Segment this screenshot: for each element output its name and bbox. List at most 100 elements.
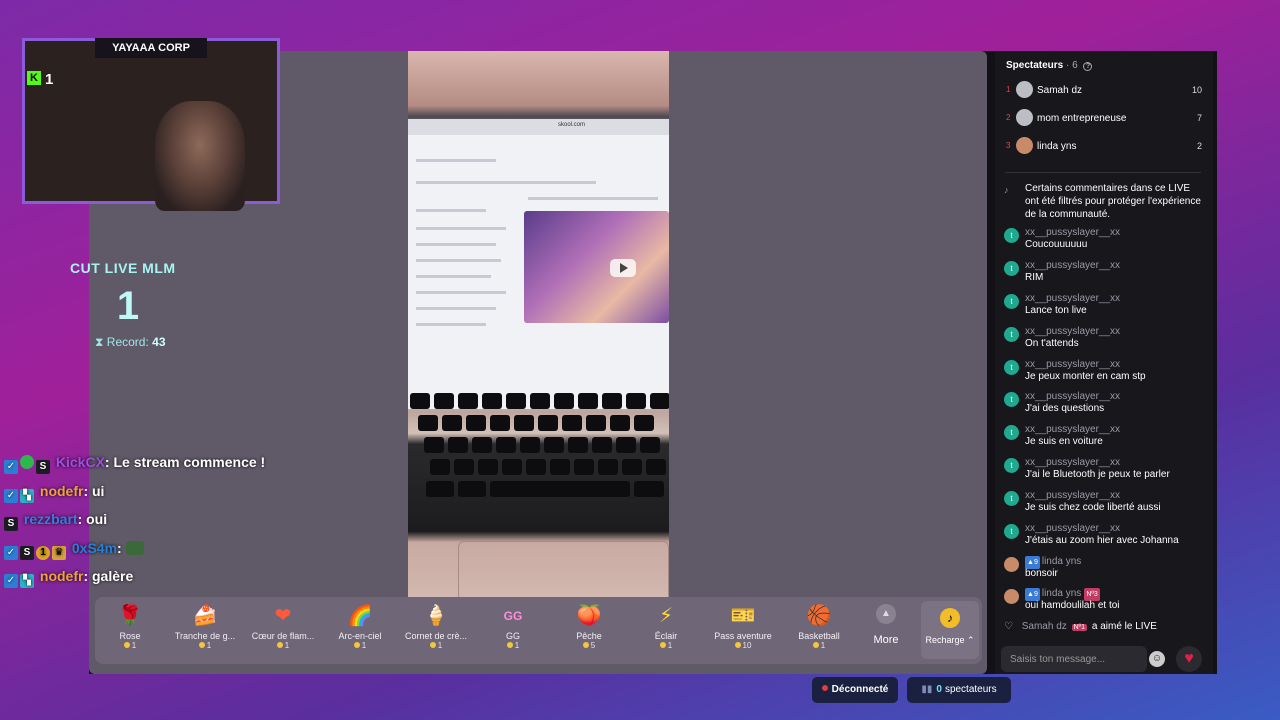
- heart-icon[interactable]: ♥: [1176, 646, 1202, 672]
- info-icon[interactable]: ?: [1083, 62, 1093, 71]
- webcam-title: YAYAAA CORP: [95, 38, 207, 58]
- chat-text: :: [117, 540, 122, 556]
- play-icon[interactable]: [610, 259, 636, 277]
- coin-icon: ♪: [940, 608, 960, 628]
- overlay-chat-line: ✓ S KickCX: Le stream commence !: [4, 454, 265, 474]
- like-text: a aimé le LIVE: [1091, 621, 1157, 632]
- gift-rose[interactable]: 🌹 Rose 1: [92, 603, 168, 650]
- ice-cream-icon: 🍦: [423, 605, 449, 627]
- sub-badge-icon: S: [4, 517, 18, 531]
- gift-name: Éclair: [654, 631, 678, 641]
- chat-username: KickCX: [55, 454, 105, 470]
- sub-badge-icon: S: [36, 460, 50, 474]
- chat-text: J'ai le Bluetooth je peux te parler: [1025, 469, 1170, 480]
- emoji-icon[interactable]: ☺: [1149, 651, 1165, 667]
- overlay-chat-line: S rezzbart: oui: [4, 511, 107, 531]
- gift-lightning[interactable]: ⚡ Éclair 1: [628, 603, 704, 650]
- overlay-chat-line: ✓ ▚ nodefr: galère: [4, 568, 133, 588]
- basketball-icon: 🏀: [806, 605, 832, 627]
- like-notification: ♡ Samah dz Nº1 a aimé le LIVE: [1004, 621, 1157, 632]
- recharge-button[interactable]: ♪ Recharge ⌃: [921, 601, 979, 659]
- kick-badge: K1: [27, 71, 53, 88]
- spectator-score: 10: [1191, 85, 1202, 95]
- gift-peach[interactable]: 🍑 Pêche 5: [551, 603, 627, 650]
- gift-rainbow[interactable]: 🌈 Arc-en-ciel 1: [322, 603, 398, 650]
- message-input[interactable]: [1001, 646, 1147, 672]
- crown-icon: ♛: [52, 546, 66, 560]
- gift-heart[interactable]: ❤ Cœur de flam... 1: [245, 603, 321, 650]
- record-label: Record:: [106, 335, 149, 349]
- browser-bar: [408, 119, 669, 135]
- spectator-row[interactable]: 3 linda yns 2: [1006, 137, 1202, 155]
- spectators-count: · 6: [1066, 60, 1078, 71]
- overlay-chat-line: ✓ ▚ nodefr: ui: [4, 483, 104, 503]
- spectator-rank: 1: [1006, 85, 1011, 94]
- more-label: More: [873, 634, 899, 646]
- gift-name: Cornet de crè...: [404, 631, 468, 641]
- avatar: t: [1004, 261, 1019, 276]
- chat-username: 0xS4m: [71, 540, 118, 556]
- panel-divider: [1005, 172, 1201, 173]
- gift-price: 1: [245, 641, 321, 650]
- gift-price: 1: [92, 641, 168, 650]
- gift-basketball[interactable]: 🏀 Basketball 1: [781, 603, 857, 650]
- avatar: [1016, 137, 1033, 154]
- stream-video[interactable]: skool.com: [408, 51, 669, 597]
- laptop-trackpad: [458, 541, 669, 597]
- viewers-count: 0: [936, 684, 942, 695]
- gift-cake[interactable]: 🍰 Tranche de g... 1: [167, 603, 243, 650]
- status-dot-icon: [821, 685, 828, 691]
- chat-text: Lance ton live: [1025, 305, 1087, 316]
- browser-url: skool.com: [558, 122, 586, 128]
- avatar: t: [1004, 524, 1019, 539]
- cake-icon: 🍰: [192, 605, 218, 627]
- founder-badge-icon: ▚: [20, 489, 34, 503]
- gift-price: 1: [628, 641, 704, 650]
- streamer-video: [155, 101, 245, 211]
- avatar: t: [1004, 360, 1019, 375]
- recharge-label: Recharge ⌃: [925, 635, 975, 645]
- liker-username[interactable]: Samah dz: [1022, 621, 1067, 632]
- lightning-icon: ⚡: [658, 605, 674, 627]
- chat-username: linda yns: [1041, 556, 1082, 567]
- connection-label: Déconnecté: [831, 684, 889, 695]
- video-thumbnail[interactable]: [524, 211, 669, 323]
- chat-username: nodefr: [39, 483, 84, 499]
- chat-text: : galère: [83, 568, 134, 584]
- spectator-name: mom entrepreneuse: [1037, 113, 1127, 124]
- chat-text: : oui: [77, 511, 108, 527]
- spectator-name: linda yns: [1037, 141, 1077, 152]
- avatar: t: [1004, 327, 1019, 342]
- spectator-row[interactable]: 1 Samah dz 10: [1006, 81, 1202, 99]
- spectators-title: Spectateurs: [1006, 60, 1064, 71]
- verified-icon: ✓: [4, 489, 18, 503]
- emote-icon: [125, 541, 144, 555]
- chevron-up-icon: ▲: [876, 604, 896, 624]
- chat-text: Je peux monter en cam stp: [1025, 371, 1146, 382]
- spectator-name: Samah dz: [1037, 85, 1083, 96]
- gift-ice-cream[interactable]: 🍦 Cornet de crè... 1: [398, 603, 474, 650]
- avatar: t: [1004, 228, 1019, 243]
- gift-adventure-pass[interactable]: 🎫 Pass aventure 10: [705, 603, 781, 650]
- founder-badge-icon: ▚: [20, 574, 34, 588]
- chat-username: nodefr: [39, 568, 84, 584]
- avatar: [1016, 109, 1033, 126]
- hourglass-icon: ⧗: [95, 335, 104, 349]
- ticket-icon: 🎫: [730, 605, 756, 627]
- heart-outline-icon: ♡: [1004, 621, 1013, 632]
- verified-icon: ✓: [4, 546, 18, 560]
- heart-icon: ❤: [274, 605, 292, 627]
- spectator-row[interactable]: 2 mom entrepreneuse 7: [1006, 109, 1202, 127]
- viewers-icon: ▮▮: [921, 684, 933, 695]
- chat-text: RIM: [1025, 272, 1044, 283]
- chat-text: Coucouuuuuu: [1025, 239, 1088, 250]
- chat-text: : ui: [83, 483, 105, 499]
- more-gifts-button[interactable]: ▲ More: [866, 604, 906, 646]
- spectator-score: 7: [1196, 113, 1202, 123]
- gift-price: 1: [398, 641, 474, 650]
- gift-gg[interactable]: GG GG 1: [475, 603, 551, 650]
- viewers-label: spectateurs: [944, 684, 997, 695]
- chat-text: oui hamdoulilah et toi: [1025, 600, 1120, 611]
- gift-name: Arc-en-ciel: [338, 631, 382, 641]
- avatar: t: [1004, 458, 1019, 473]
